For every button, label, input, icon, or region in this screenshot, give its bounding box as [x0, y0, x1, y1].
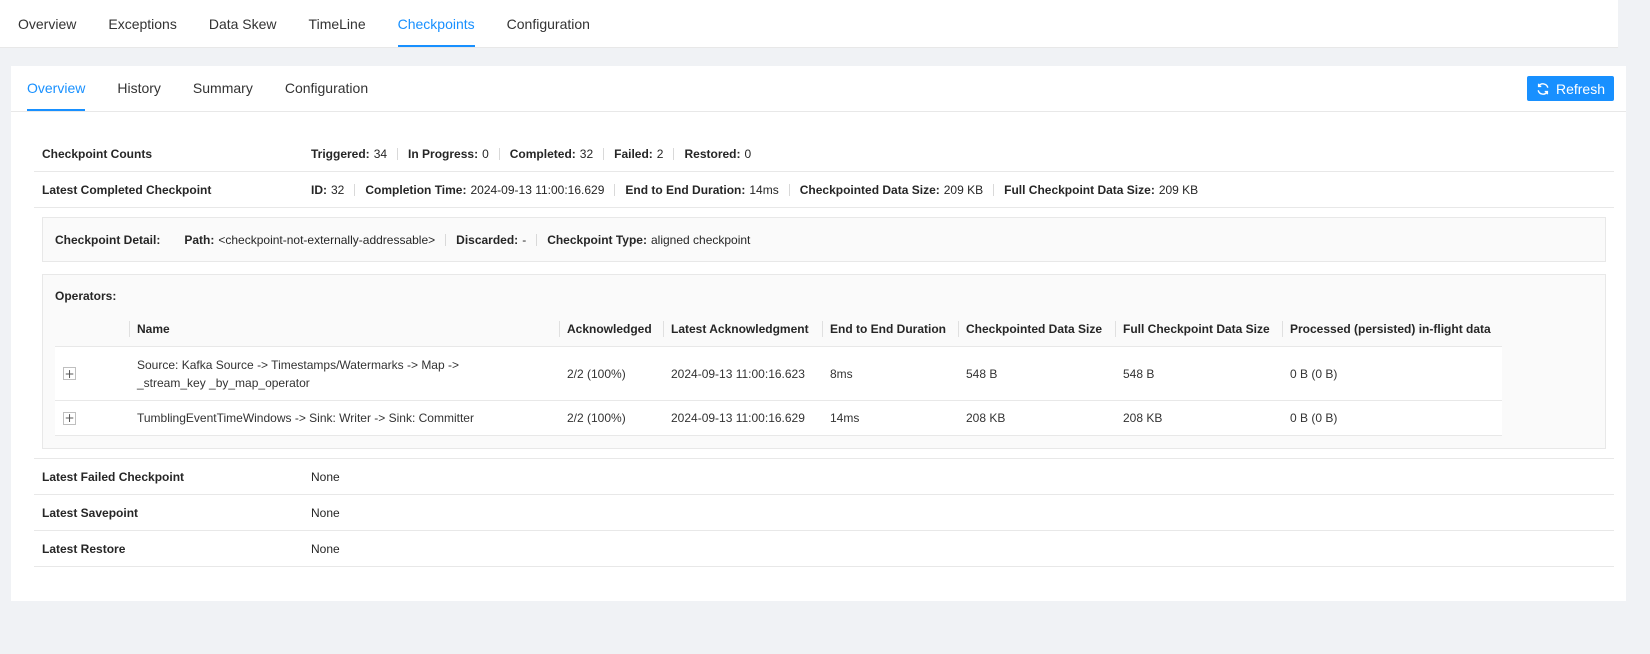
checkpoint-path: Path: <checkpoint-not-externally-addressa… — [184, 232, 436, 247]
subtab-configuration[interactable]: Configuration — [285, 80, 368, 111]
col-inflight: Processed (persisted) in-flight data — [1282, 311, 1502, 347]
subtab-summary[interactable]: Summary — [193, 80, 253, 111]
expand-icon[interactable]: + — [63, 367, 76, 380]
latest-restore-value: None — [311, 541, 340, 556]
restored-count: Restored: 0 — [684, 146, 752, 161]
full-checkpoint-data-size: Full Checkpoint Data Size: 209 KB — [1004, 182, 1199, 197]
checkpoint-sub-tabs: Overview History Summary Configuration — [11, 66, 1626, 112]
checkpointed-data-size: Checkpointed Data Size: 209 KB — [799, 182, 984, 197]
completion-time: Completion Time: 2024-09-13 11:00:16.629 — [365, 182, 605, 197]
latest-completed-details: Checkpoint Detail: Path: <checkpoint-not-… — [34, 208, 1614, 459]
tab-overview[interactable]: Overview — [18, 16, 76, 47]
col-name: Name — [129, 311, 559, 347]
checkpoint-detail: Checkpoint Detail: Path: <checkpoint-not-… — [42, 217, 1606, 262]
col-expand — [55, 311, 129, 347]
operator-name: TumblingEventTimeWindows -> Sink: Writer… — [129, 400, 559, 436]
inflight-cell: 0 B (0 B) — [1282, 400, 1502, 436]
refresh-icon — [1537, 82, 1549, 95]
latest-failed-value: None — [311, 469, 340, 484]
table-row: + Source: Kafka Source -> Timestamps/Wat… — [55, 346, 1502, 401]
latest-savepoint-value: None — [311, 505, 340, 520]
latest-completed-values: ID: 32 Completion Time: 2024-09-13 11:00:1… — [311, 183, 1198, 197]
col-e2e-duration: End to End Duration — [822, 311, 958, 347]
latest-ack-cell: 2024-09-13 11:00:16.629 — [663, 400, 822, 436]
checkpoint-discarded: Discarded: - — [456, 232, 527, 247]
latest-savepoint-label: Latest Savepoint — [42, 505, 139, 520]
end-to-end-duration: End to End Duration: 14ms — [625, 182, 779, 197]
latest-savepoint-row: Latest Savepoint None — [34, 495, 1614, 531]
latest-failed-label: Latest Failed Checkpoint — [42, 469, 185, 484]
acknowledged-cell: 2/2 (100%) — [559, 346, 663, 401]
latest-failed-row: Latest Failed Checkpoint None — [34, 459, 1614, 495]
latest-completed-label: Latest Completed Checkpoint — [42, 182, 212, 197]
checkpoint-counts-row: Checkpoint Counts Triggered: 34 In Progre… — [34, 136, 1614, 172]
operators-panel: Operators: Name Acknowledged Latest Ackn… — [42, 274, 1606, 449]
operators-table: Name Acknowledged Latest Acknowledgment … — [55, 311, 1502, 436]
col-full-size: Full Checkpoint Data Size — [1115, 311, 1282, 347]
subtab-overview[interactable]: Overview — [27, 80, 86, 111]
tab-timeline[interactable]: TimeLine — [309, 16, 366, 47]
col-latest-ack: Latest Acknowledgment — [663, 311, 822, 347]
tab-configuration[interactable]: Configuration — [507, 16, 590, 47]
tab-data-skew[interactable]: Data Skew — [209, 16, 277, 47]
latest-completed-row: Latest Completed Checkpoint ID: 32 Comple… — [34, 172, 1614, 208]
checkpoint-type: Checkpoint Type: aligned checkpoint — [547, 232, 751, 247]
tab-exceptions[interactable]: Exceptions — [108, 16, 176, 47]
inflight-cell: 0 B (0 B) — [1282, 346, 1502, 401]
job-tabs: Overview Exceptions Data Skew TimeLine C… — [0, 0, 1618, 48]
latest-restore-label: Latest Restore — [42, 541, 126, 556]
checkpoint-counts-label: Checkpoint Counts — [42, 146, 152, 161]
completed-count: Completed: 32 — [509, 146, 594, 161]
acknowledged-cell: 2/2 (100%) — [559, 400, 663, 436]
refresh-label: Refresh — [1555, 80, 1606, 97]
in-progress-count: In Progress: 0 — [408, 146, 489, 161]
failed-count: Failed: 2 — [614, 146, 664, 161]
full-size-cell: 548 B — [1115, 346, 1282, 401]
operator-name: Source: Kafka Source -> Timestamps/Water… — [129, 346, 559, 401]
checkpoints-card: Overview History Summary Configuration R… — [11, 66, 1626, 601]
checkpoint-detail-label: Checkpoint Detail: — [55, 232, 161, 247]
col-acknowledged: Acknowledged — [559, 311, 663, 347]
expand-icon[interactable]: + — [63, 411, 76, 425]
triggered-count: Triggered: 34 — [311, 146, 388, 161]
checkpoint-id: ID: 32 — [311, 182, 345, 197]
operators-title: Operators: — [55, 289, 117, 303]
table-row: + TumblingEventTimeWindows -> Sink: Writ… — [55, 400, 1502, 436]
refresh-button[interactable]: Refresh — [1527, 76, 1614, 101]
duration-cell: 14ms — [822, 400, 958, 436]
checkpoint-counts-values: Triggered: 34 In Progress: 0 Completed: 32 … — [311, 147, 751, 161]
checkpoint-overview: Checkpoint Counts Triggered: 34 In Progre… — [34, 136, 1614, 567]
checkpointed-size-cell: 548 B — [958, 346, 1115, 401]
duration-cell: 8ms — [822, 346, 958, 401]
tab-checkpoints[interactable]: Checkpoints — [397, 16, 475, 47]
latest-ack-cell: 2024-09-13 11:00:16.623 — [663, 346, 822, 401]
full-size-cell: 208 KB — [1115, 400, 1282, 436]
subtab-history[interactable]: History — [117, 80, 161, 111]
latest-restore-row: Latest Restore None — [34, 531, 1614, 567]
col-checkpointed-size: Checkpointed Data Size — [958, 311, 1115, 347]
checkpointed-size-cell: 208 KB — [958, 400, 1115, 436]
